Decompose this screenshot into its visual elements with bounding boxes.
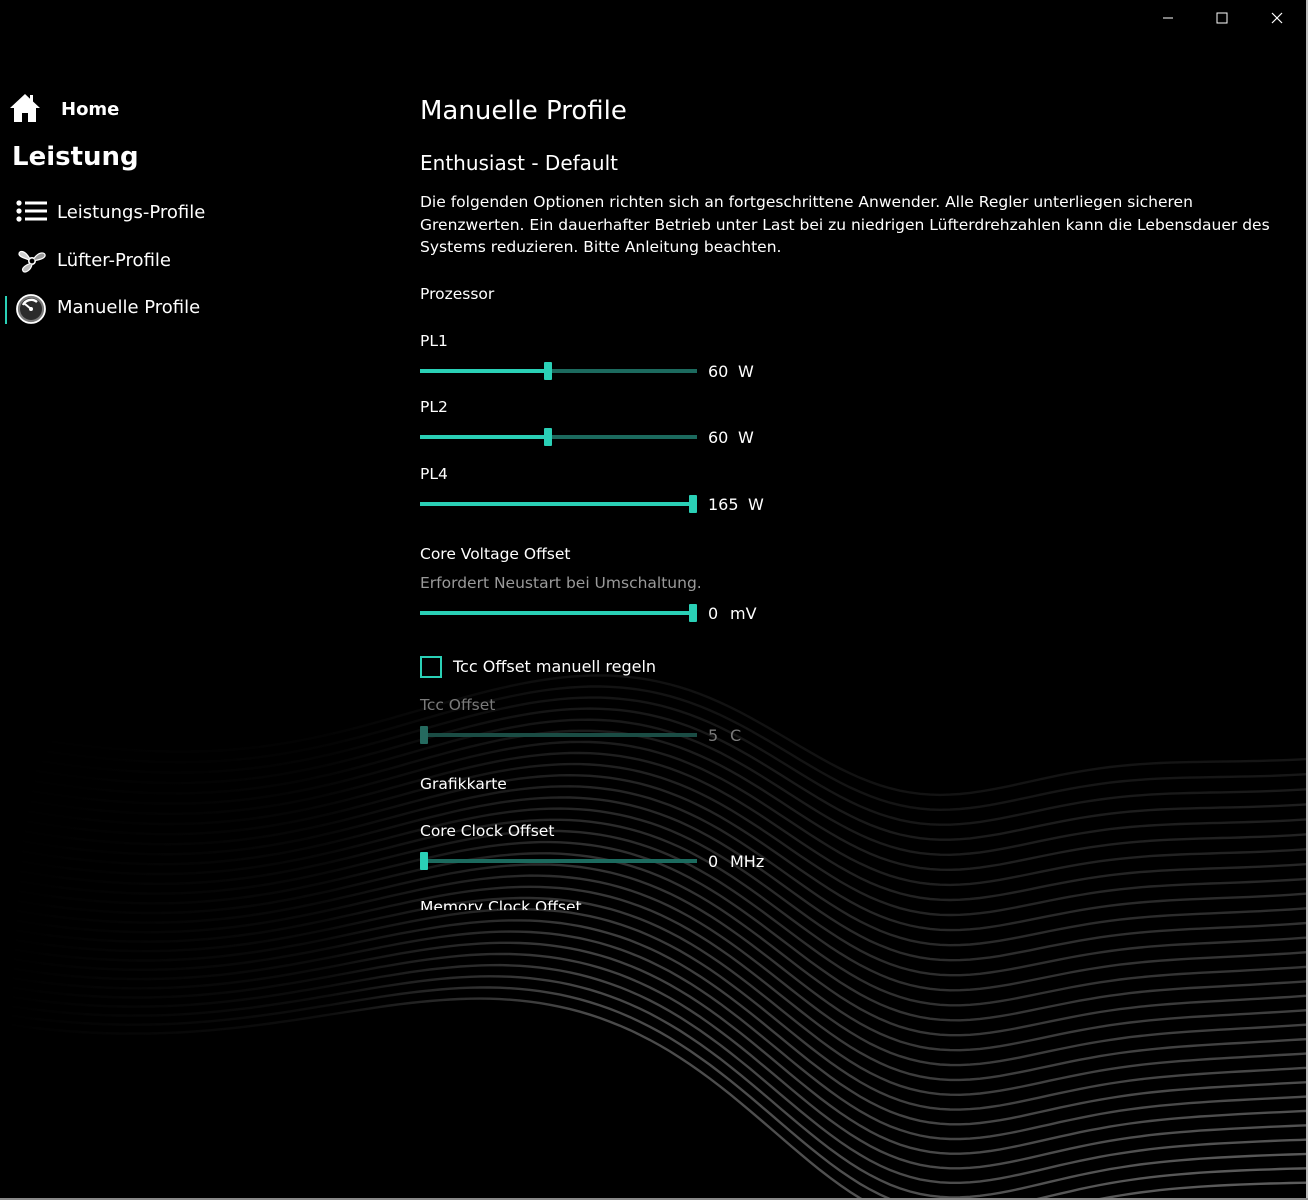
slider-track [420, 859, 697, 863]
memory-clock-label: Memory Clock Offset [420, 898, 582, 910]
tcc-offset-checkbox-label[interactable]: Tcc Offset manuell regeln [453, 657, 656, 676]
pl2-slider[interactable] [420, 427, 697, 447]
sidebar-item-manuelle-profile[interactable]: Manuelle Profile [0, 287, 320, 327]
pl1-label: PL1 [420, 332, 448, 350]
graphics-group-label: Grafikkarte [420, 775, 507, 793]
tcc-offset-value: 5 [708, 726, 719, 745]
sidebar-item-luefter-profile[interactable]: Lüfter-Profile [0, 240, 320, 280]
sidebar-item-label: Lüfter-Profile [57, 250, 171, 271]
home-icon [8, 92, 42, 128]
gauge-icon [15, 293, 47, 329]
slider-fill [420, 435, 548, 439]
slider-thumb[interactable] [689, 495, 697, 513]
core-voltage-unit: mV [730, 604, 757, 623]
list-icon [15, 198, 49, 230]
pl4-value: 165 [708, 495, 739, 514]
slider-thumb[interactable] [543, 362, 552, 380]
home-label: Home [61, 99, 120, 120]
core-voltage-note: Erfordert Neustart bei Umschaltung. [420, 574, 702, 592]
slider-fill [420, 502, 693, 506]
description: Die folgenden Optionen richten sich an f… [420, 193, 1270, 256]
memory-clock-label-clipped: Memory Clock Offset [420, 898, 720, 910]
core-voltage-slider[interactable] [420, 603, 697, 623]
tcc-offset-label: Tcc Offset [420, 696, 496, 714]
core-clock-slider[interactable] [420, 851, 697, 871]
tcc-offset-checkbox[interactable] [420, 656, 442, 678]
core-voltage-value: 0 [708, 604, 719, 623]
pl2-label: PL2 [420, 398, 448, 416]
pl1-value: 60 [708, 362, 729, 381]
pl4-unit: W [748, 495, 764, 514]
slider-thumb[interactable] [689, 604, 697, 622]
sidebar-item-leistungs-profile[interactable]: Leistungs-Profile [0, 192, 320, 232]
processor-group-label: Prozessor [420, 285, 495, 303]
profile-name: Enthusiast - Default [420, 151, 619, 175]
core-voltage-label: Core Voltage Offset [420, 545, 571, 563]
sidebar-item-label: Manuelle Profile [57, 297, 201, 318]
nav-home[interactable]: Home [0, 90, 300, 130]
slider-track [420, 733, 697, 737]
page-title: Manuelle Profile [420, 96, 627, 126]
pl1-slider[interactable] [420, 361, 697, 381]
core-clock-label: Core Clock Offset [420, 822, 555, 840]
pl4-label: PL4 [420, 465, 448, 483]
tcc-offset-unit: C [730, 726, 742, 745]
pl1-unit: W [738, 362, 754, 381]
core-clock-value: 0 [708, 852, 719, 871]
fan-icon [15, 246, 49, 280]
slider-fill [420, 369, 548, 373]
app-window: Home Leistung Leistungs-Profile Lüfter-P… [0, 0, 1308, 1200]
pl4-slider[interactable] [420, 494, 697, 514]
section-title: Leistung [12, 142, 139, 172]
pl2-value: 60 [708, 428, 729, 447]
active-indicator [5, 296, 7, 324]
slider-thumb[interactable] [420, 726, 428, 744]
tcc-offset-slider[interactable] [420, 725, 697, 745]
sidebar-item-label: Leistungs-Profile [57, 202, 206, 223]
pl2-unit: W [738, 428, 754, 447]
slider-thumb[interactable] [543, 428, 552, 446]
slider-thumb[interactable] [420, 852, 428, 870]
slider-fill [420, 611, 693, 615]
core-clock-unit: MHz [730, 852, 765, 871]
main-content: Manuelle Profile Enthusiast - Default Di… [420, 0, 1300, 1200]
